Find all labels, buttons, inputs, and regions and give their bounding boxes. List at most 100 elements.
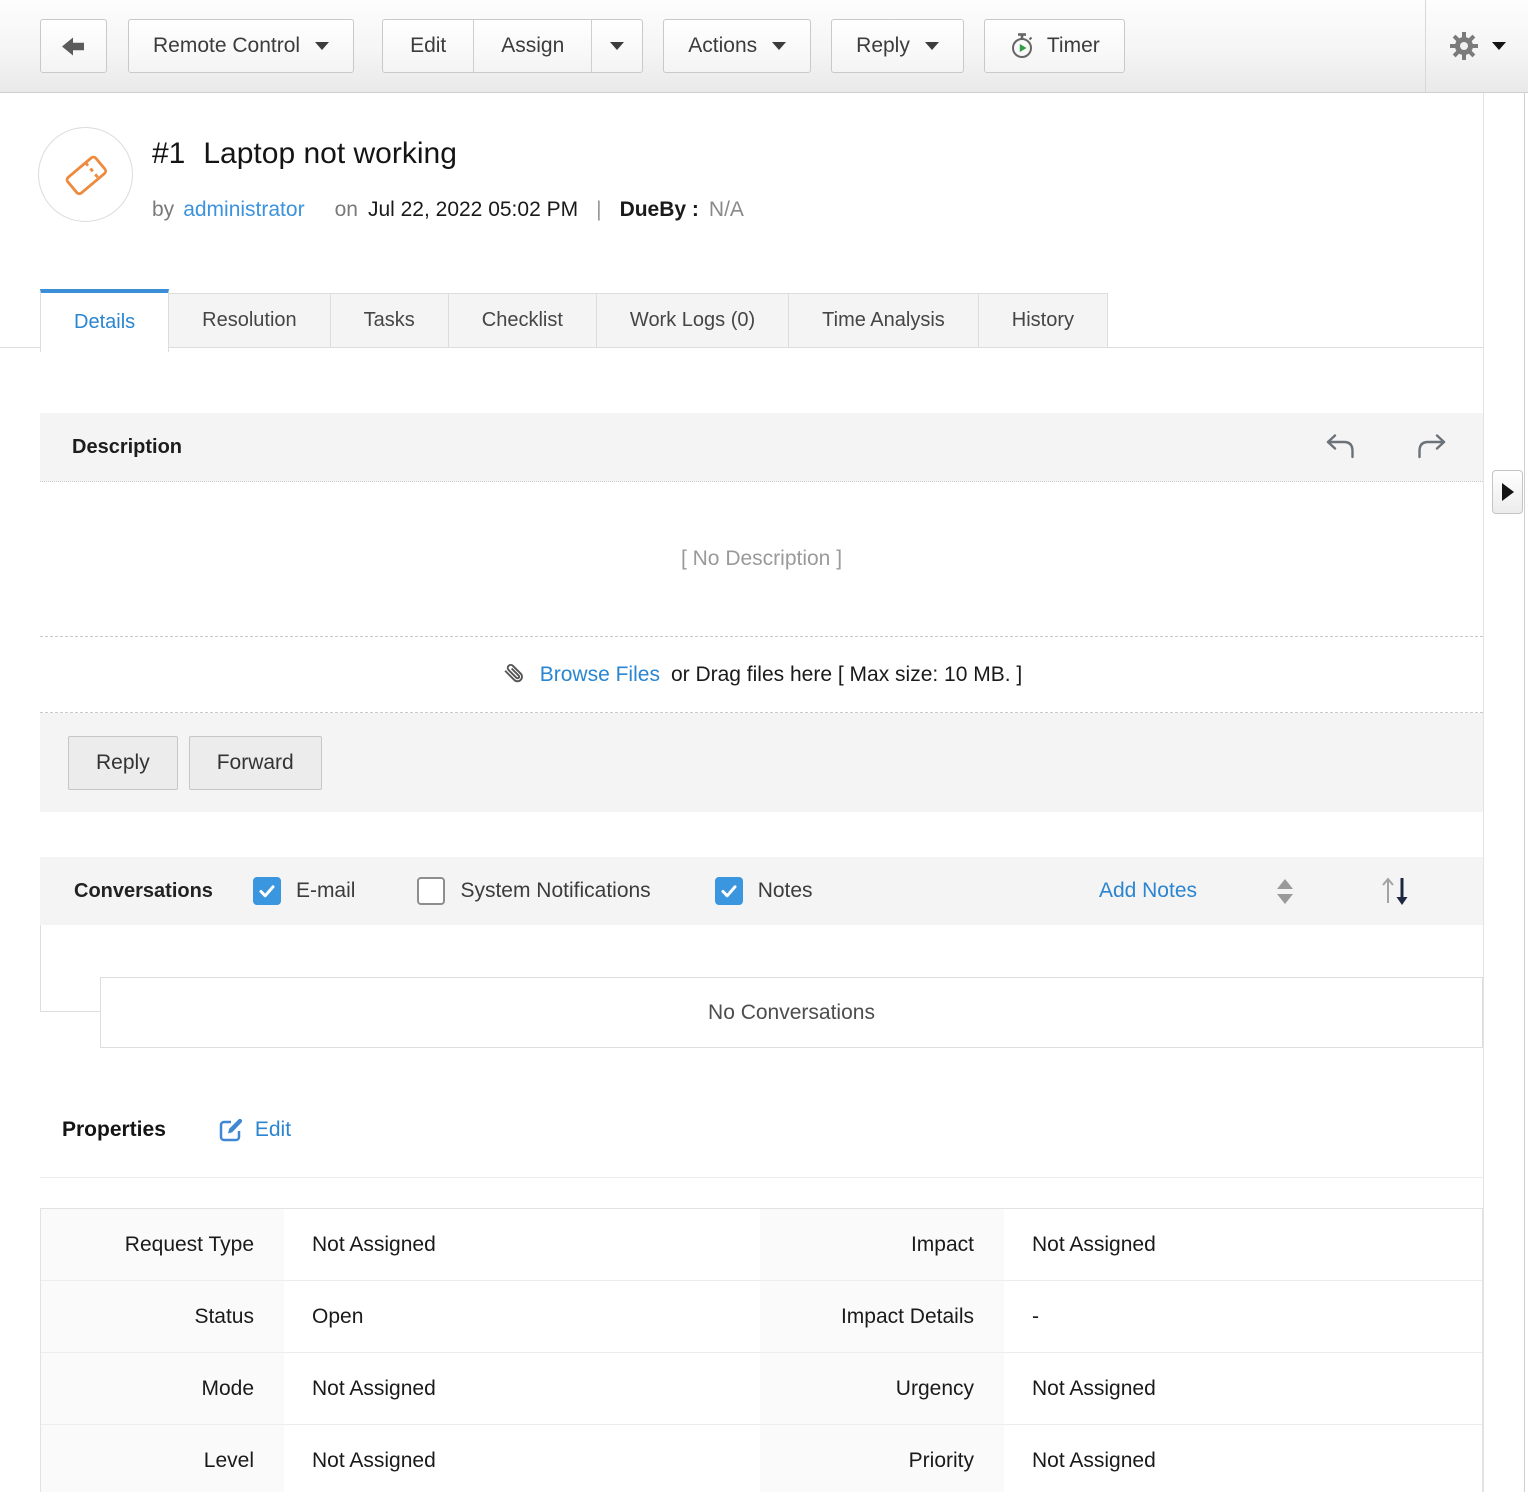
- property-label: Impact Details: [760, 1281, 1004, 1353]
- expand-collapse-icon[interactable]: [1277, 879, 1293, 904]
- page-right-border: [1524, 93, 1525, 1492]
- tab-work-logs[interactable]: Work Logs (0): [596, 293, 789, 348]
- email-filter-label: E-mail: [296, 879, 356, 903]
- description-footer: Reply Forward: [40, 713, 1483, 812]
- tab-bar: Details Resolution Tasks Checklist Work …: [40, 289, 1108, 352]
- tab-tasks[interactable]: Tasks: [330, 293, 449, 348]
- property-label: Mode: [41, 1353, 284, 1425]
- filter-notes[interactable]: Notes: [715, 877, 813, 905]
- requester-link[interactable]: administrator: [183, 198, 304, 222]
- tab-time-analysis[interactable]: Time Analysis: [788, 293, 979, 348]
- triangle-right-icon: [1502, 483, 1514, 501]
- compose-edit-icon: [216, 1116, 244, 1144]
- edit-properties-link[interactable]: Edit: [216, 1116, 291, 1144]
- edit-button[interactable]: Edit: [383, 20, 473, 72]
- chevron-down-icon: [315, 42, 329, 50]
- remote-control-label: Remote Control: [153, 34, 300, 58]
- add-notes-link[interactable]: Add Notes: [1099, 879, 1197, 903]
- reply-dropdown-button[interactable]: Reply: [831, 19, 964, 73]
- property-label: Impact: [760, 1209, 1004, 1281]
- by-label: by: [152, 198, 174, 222]
- on-label: on: [335, 198, 358, 222]
- gear-icon: [1448, 30, 1480, 62]
- forward-button[interactable]: Forward: [189, 736, 322, 790]
- conversations-title: Conversations: [74, 880, 213, 903]
- ticket-icon: [58, 147, 114, 203]
- conversations-actions: Add Notes: [1099, 873, 1413, 909]
- page-title: #1 Laptop not working: [152, 137, 457, 171]
- drag-files-text: or Drag files here [ Max size: 10 MB. ]: [671, 663, 1022, 687]
- reply-button[interactable]: Reply: [68, 736, 178, 790]
- timer-label: Timer: [1047, 34, 1100, 58]
- property-value: Not Assigned: [1004, 1209, 1482, 1281]
- created-date: Jul 22, 2022 05:02 PM: [368, 198, 578, 222]
- tab-history[interactable]: History: [978, 293, 1108, 348]
- edit-properties-label: Edit: [255, 1118, 291, 1142]
- properties-title: Properties: [62, 1118, 166, 1142]
- filter-system-notifications[interactable]: System Notifications: [417, 877, 650, 905]
- description-title: Description: [72, 436, 1325, 459]
- properties-table: Request Type Not Assigned Impact Not Ass…: [40, 1208, 1483, 1492]
- right-panel-divider: [1483, 93, 1484, 1492]
- property-label: Priority: [760, 1425, 1004, 1492]
- conversations-border-notch: [40, 925, 100, 1012]
- ticket-number: #1: [152, 137, 185, 171]
- remote-control-button[interactable]: Remote Control: [128, 19, 354, 73]
- back-button[interactable]: [40, 19, 107, 73]
- description-header: Description: [40, 413, 1483, 481]
- browse-files-link[interactable]: Browse Files: [540, 663, 660, 687]
- filter-email[interactable]: E-mail: [253, 877, 356, 905]
- chevron-down-icon: [925, 42, 939, 50]
- system-notifications-checkbox[interactable]: [417, 877, 445, 905]
- tab-checklist[interactable]: Checklist: [448, 293, 597, 348]
- property-label: Level: [41, 1425, 284, 1492]
- tab-resolution[interactable]: Resolution: [168, 293, 331, 348]
- property-value: Not Assigned: [284, 1209, 760, 1281]
- system-notifications-filter-label: System Notifications: [460, 879, 650, 903]
- tab-details[interactable]: Details: [40, 289, 169, 352]
- settings-menu-button[interactable]: [1425, 0, 1528, 92]
- attachment-dropzone[interactable]: Browse Files or Drag files here [ Max si…: [40, 636, 1483, 713]
- triangle-down-icon: [1277, 894, 1293, 904]
- conversations-empty-text: No Conversations: [100, 977, 1483, 1048]
- ticket-type-icon: [38, 127, 133, 222]
- dueby-label: DueBy :: [620, 198, 699, 222]
- request-detail-page: Remote Control Edit Assign Actions Reply: [0, 0, 1528, 1492]
- triangle-up-icon: [1277, 879, 1293, 889]
- email-checkbox[interactable]: [253, 877, 281, 905]
- conversations-panel: Conversations E-mail System Notification…: [40, 857, 1483, 1048]
- property-label: Request Type: [41, 1209, 284, 1281]
- property-value: Not Assigned: [284, 1425, 760, 1492]
- chevron-down-icon: [1492, 42, 1506, 50]
- dueby-value: N/A: [709, 198, 744, 222]
- property-value: Not Assigned: [1004, 1425, 1482, 1492]
- property-value: -: [1004, 1281, 1482, 1353]
- paperclip-icon: [501, 661, 529, 689]
- ticket-subject: Laptop not working: [203, 137, 457, 171]
- conversations-header: Conversations E-mail System Notification…: [40, 857, 1483, 925]
- property-value: Open: [284, 1281, 760, 1353]
- undo-icon[interactable]: [1325, 434, 1356, 460]
- description-empty-text: [ No Description ]: [40, 481, 1483, 636]
- actions-label: Actions: [688, 34, 757, 58]
- assign-dropdown-button[interactable]: [591, 20, 642, 72]
- chevron-down-icon: [610, 42, 624, 50]
- timer-button[interactable]: Timer: [984, 19, 1125, 73]
- notes-filter-label: Notes: [758, 879, 813, 903]
- stopwatch-icon: [1009, 32, 1035, 60]
- separator: |: [596, 198, 601, 222]
- back-arrow-icon: [61, 36, 86, 57]
- properties-divider: [40, 1177, 1483, 1178]
- property-label: Urgency: [760, 1353, 1004, 1425]
- side-panel-toggle-button[interactable]: [1492, 470, 1523, 514]
- assign-button[interactable]: Assign: [473, 20, 591, 72]
- description-panel: Description [ No Description ]: [40, 413, 1483, 812]
- reply-label: Reply: [856, 34, 910, 58]
- property-value: Not Assigned: [1004, 1353, 1482, 1425]
- actions-button[interactable]: Actions: [663, 19, 811, 73]
- notes-checkbox[interactable]: [715, 877, 743, 905]
- edit-assign-group: Edit Assign: [382, 19, 643, 73]
- toolbar: Remote Control Edit Assign Actions Reply: [0, 0, 1528, 93]
- redo-icon[interactable]: [1416, 434, 1447, 460]
- sort-order-icon[interactable]: [1377, 873, 1413, 909]
